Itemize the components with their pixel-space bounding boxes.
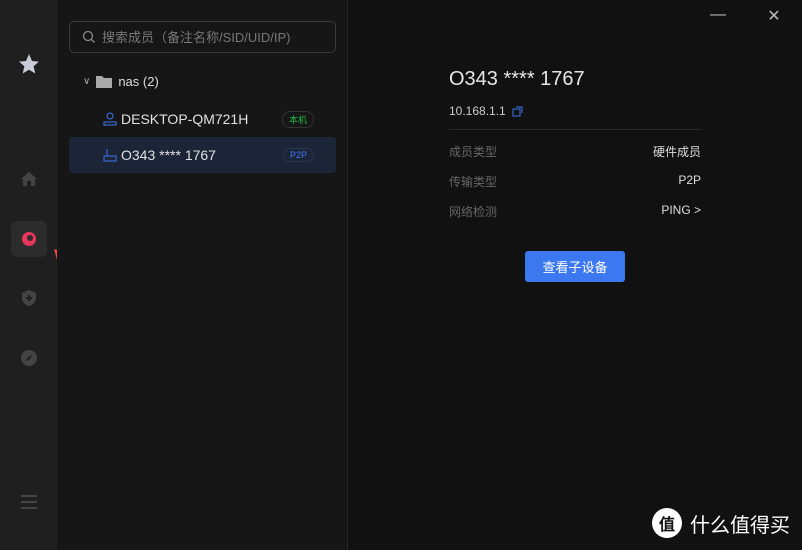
group-nas[interactable]: ∨ nas (2) — [83, 74, 159, 89]
router-icon — [103, 149, 117, 162]
shield-plus-icon[interactable] — [11, 280, 47, 316]
member-name: O343 **** 1767 — [121, 147, 216, 163]
close-button[interactable]: ✕ — [762, 6, 786, 26]
member-name: DESKTOP-QM721H — [121, 111, 249, 127]
device-ip: 10.168.1.1 — [449, 104, 506, 118]
search-box[interactable] — [69, 21, 336, 53]
menu-icon[interactable] — [11, 484, 47, 520]
row-transport-type: 传输类型 P2P — [449, 173, 701, 189]
view-subdevices-button[interactable]: 查看子设备 — [525, 251, 625, 282]
search-icon — [82, 30, 95, 43]
chevron-down-icon: ∨ — [83, 76, 91, 87]
row-network-check[interactable]: 网络检测 PING > — [449, 203, 701, 220]
folder-icon — [96, 75, 113, 88]
watermark-logo: 值 — [652, 508, 682, 538]
search-input[interactable] — [102, 29, 322, 45]
member-item[interactable]: DESKTOP-QM721H 本机 — [69, 101, 336, 137]
device-title: O343 **** 1767 — [449, 68, 585, 90]
row-member-type: 成员类型 硬件成员 — [449, 145, 701, 159]
member-list-panel: ∨ nas (2) DESKTOP-QM721H 本机 O343 **** 17… — [57, 0, 348, 550]
local-badge: 本机 — [281, 110, 314, 128]
compass-icon[interactable] — [11, 340, 47, 376]
home-icon[interactable] — [11, 161, 47, 197]
sidebar-rail — [0, 0, 57, 550]
divider — [449, 129, 701, 130]
user-icon — [103, 112, 117, 126]
watermark: 值什么值得买 — [652, 508, 790, 538]
copy-icon[interactable] — [512, 106, 523, 117]
p2p-badge: P2P — [282, 148, 314, 162]
group-label: nas (2) — [118, 74, 159, 89]
member-item-selected[interactable]: O343 **** 1767 P2P — [69, 137, 336, 173]
star-icon[interactable] — [11, 46, 47, 82]
watermark-text: 什么值得买 — [690, 514, 790, 537]
network-icon[interactable] — [11, 221, 47, 257]
minimize-button[interactable]: — — [706, 6, 730, 24]
